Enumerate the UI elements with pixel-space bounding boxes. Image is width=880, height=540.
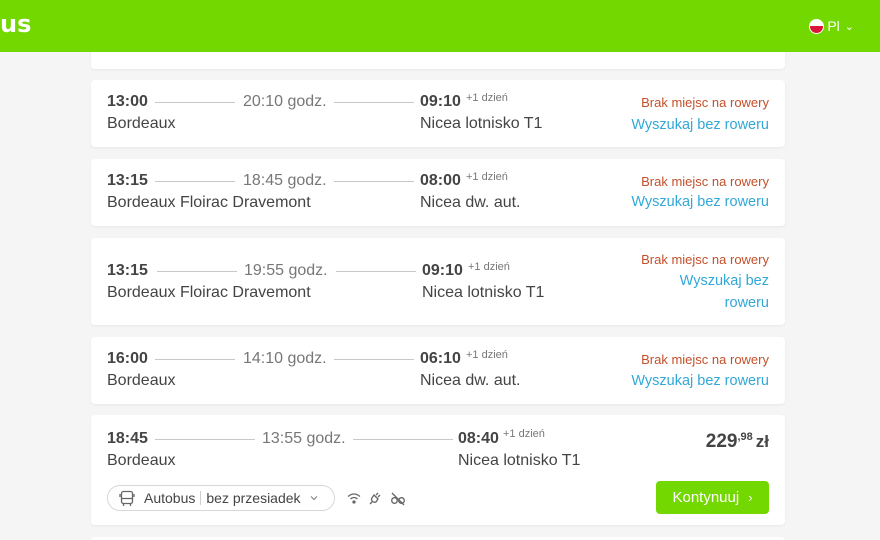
bus-icon — [119, 490, 135, 506]
language-selector[interactable]: Pl ⌄ — [809, 18, 854, 34]
search-without-bike-link[interactable]: Wyszukaj bez roweru — [631, 191, 769, 213]
vehicle-type: Autobus — [144, 490, 196, 506]
no-bike-spaces-warning: Brak miejsc na rowery — [641, 174, 769, 189]
route-line — [334, 181, 414, 182]
route-line — [155, 359, 235, 360]
route-line — [155, 102, 235, 103]
arrival-station: Nicea lotnisko T1 — [422, 284, 545, 301]
no-bike-spaces-warning: Brak miejsc na rowery — [641, 252, 769, 267]
arrival-time: 09:10 — [422, 262, 463, 279]
departure-time: 13:00 — [107, 93, 148, 110]
transfer-info: bez przesiadek — [206, 490, 301, 506]
trip-duration: 14:10 godz. — [243, 350, 327, 367]
arrival-station: Nicea dw. aut. — [420, 194, 521, 211]
link-text-line-2: roweru — [724, 295, 769, 311]
route-line — [157, 271, 237, 272]
trip-card[interactable]: 18:45 13:55 godz. 08:40 +1 dzień Bordeau… — [91, 415, 785, 525]
departure-time: 13:15 — [107, 262, 148, 279]
no-bicycle-icon — [391, 492, 405, 506]
search-without-bike-link[interactable]: Wyszukaj bez roweru — [631, 114, 769, 136]
continue-label: Kontynuuj — [672, 489, 740, 506]
continue-button[interactable]: Kontynuuj › — [656, 481, 769, 514]
next-day-note: +1 dzień — [503, 428, 545, 440]
search-without-bike-link[interactable]: Wyszukaj bez roweru — [680, 270, 769, 314]
chevron-down-icon — [310, 496, 317, 501]
trip-price: 229,98 zł — [706, 431, 769, 453]
departure-station: Bordeaux — [107, 452, 176, 469]
trip-card[interactable]: 13:15 19:55 godz. 09:10 +1 dzień Bordeau… — [91, 238, 785, 325]
no-bike-spaces-warning: Brak miejsc na rowery — [641, 95, 769, 110]
price-main: 229 — [705, 431, 738, 452]
next-day-note: +1 dzień — [468, 261, 510, 273]
trip-card-partial — [91, 52, 785, 69]
departure-station: Bordeaux Floirac Dravemont — [107, 284, 311, 301]
departure-station: Bordeaux Floirac Dravemont — [107, 194, 311, 211]
arrival-time: 08:00 — [420, 172, 461, 189]
arrival-time: 09:10 — [420, 93, 461, 110]
route-line — [334, 359, 414, 360]
divider — [200, 491, 202, 505]
power-plug-icon — [369, 492, 381, 505]
arrival-time: 08:40 — [458, 430, 499, 447]
departure-station: Bordeaux — [107, 115, 176, 132]
arrival-time: 06:10 — [420, 350, 461, 367]
price-decimal: ,98 — [737, 431, 753, 443]
route-line — [155, 181, 235, 182]
trip-duration: 19:55 godz. — [244, 262, 328, 279]
trip-card[interactable]: 13:15 18:45 godz. 08:00 +1 dzień Bordeau… — [91, 159, 785, 226]
top-bar: us Pl ⌄ — [0, 0, 880, 52]
departure-time: 18:45 — [107, 430, 148, 447]
trip-details-dropdown[interactable]: Autobus bez przesiadek — [107, 485, 335, 511]
trip-duration: 18:45 godz. — [243, 172, 327, 189]
search-without-bike-link[interactable]: Wyszukaj bez roweru — [631, 370, 769, 392]
trip-duration: 20:10 godz. — [243, 93, 327, 110]
departure-station: Bordeaux — [107, 372, 176, 389]
route-line — [155, 439, 255, 440]
poland-flag-icon — [809, 18, 825, 34]
trip-duration: 13:55 godz. — [262, 430, 346, 447]
price-currency: zł — [755, 432, 769, 451]
departure-time: 13:15 — [107, 172, 148, 189]
next-day-note: +1 dzień — [466, 171, 508, 183]
arrival-station: Nicea lotnisko T1 — [458, 452, 581, 469]
route-line — [353, 439, 453, 440]
language-label: Pl — [827, 18, 840, 34]
wifi-icon — [347, 493, 361, 504]
trip-card[interactable]: 16:00 14:10 godz. 06:10 +1 dzień Bordeau… — [91, 337, 785, 404]
chevron-right-icon: › — [748, 490, 753, 505]
logo[interactable]: us — [0, 10, 31, 38]
departure-time: 16:00 — [107, 350, 148, 367]
no-bike-spaces-warning: Brak miejsc na rowery — [641, 352, 769, 367]
chevron-down-icon: ⌄ — [844, 20, 854, 33]
arrival-station: Nicea lotnisko T1 — [420, 115, 543, 132]
next-day-note: +1 dzień — [466, 92, 508, 104]
arrival-station: Nicea dw. aut. — [420, 372, 521, 389]
next-day-note: +1 dzień — [466, 349, 508, 361]
link-text-line-1: Wyszukaj bez — [679, 273, 769, 289]
route-line — [336, 271, 416, 272]
route-line — [334, 102, 414, 103]
trip-card[interactable]: 13:00 20:10 godz. 09:10 +1 dzień Bordeau… — [91, 80, 785, 147]
